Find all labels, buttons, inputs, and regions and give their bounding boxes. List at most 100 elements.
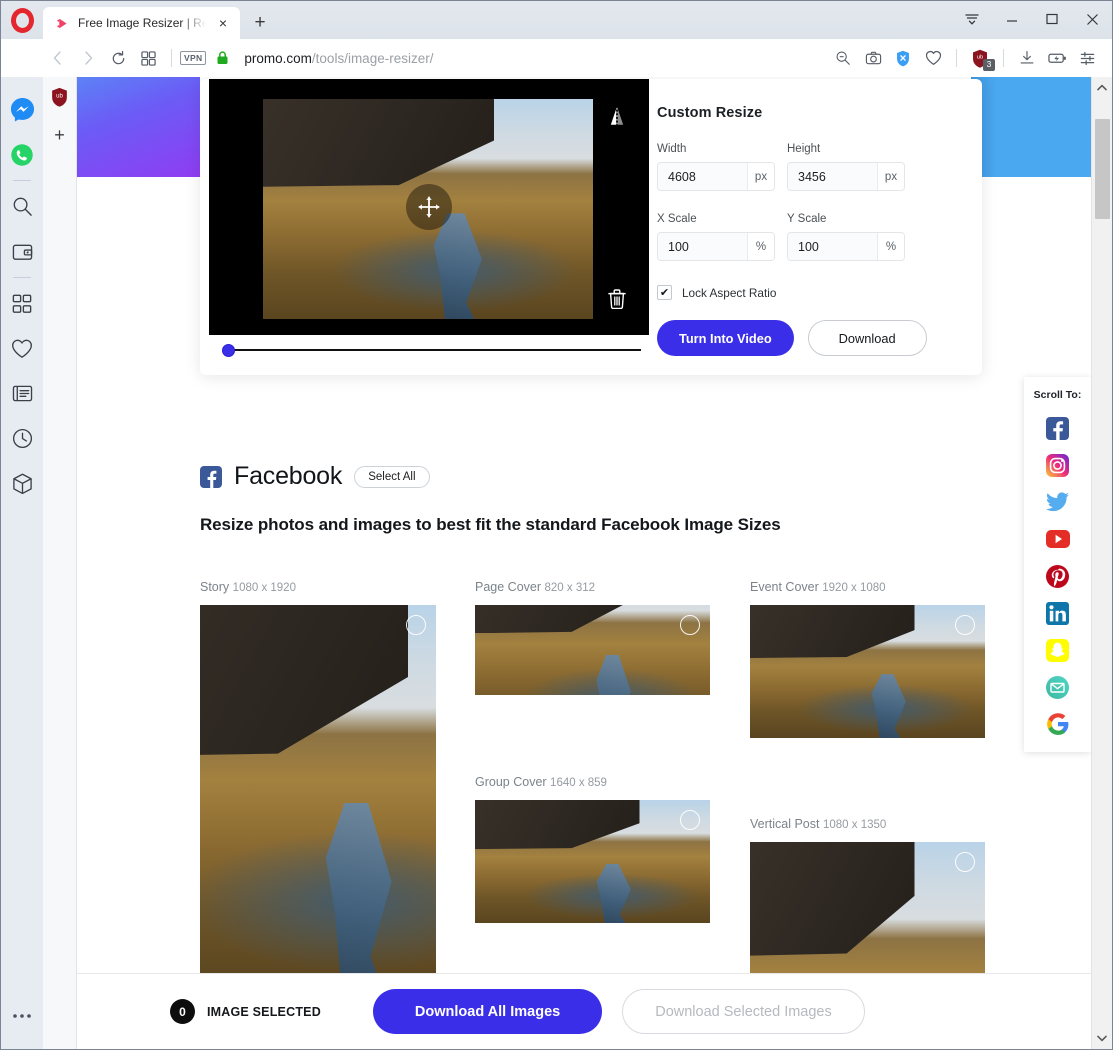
window-menu-icon[interactable] — [952, 1, 992, 37]
scroll-to-pinterest[interactable] — [1046, 564, 1070, 588]
download-button[interactable]: Download — [807, 320, 927, 356]
sidebar-item-history[interactable] — [1, 416, 43, 461]
trash-icon[interactable] — [593, 275, 641, 323]
scroll-to-email[interactable] — [1046, 675, 1070, 699]
page-scrollbar[interactable] — [1091, 77, 1112, 1049]
sidebar-more-button[interactable] — [1, 1013, 43, 1019]
sidebar-item-whatsapp[interactable] — [1, 132, 43, 177]
close-button[interactable] — [1072, 1, 1112, 37]
scroll-up-arrow[interactable] — [1092, 77, 1113, 98]
flip-icon[interactable] — [593, 93, 641, 141]
card-thumbnail-event-cover[interactable] — [750, 605, 985, 738]
scroll-to-facebook[interactable] — [1046, 416, 1070, 440]
card-name-group-cover: Group Cover — [475, 775, 547, 789]
minimize-button[interactable] — [992, 1, 1032, 37]
battery-icon[interactable] — [1042, 44, 1072, 72]
tab-overview-icon[interactable] — [133, 44, 163, 72]
scroll-to-twitter[interactable] — [1046, 490, 1070, 514]
scroll-to-instagram[interactable] — [1046, 453, 1070, 477]
sidebar-item-search[interactable] — [1, 184, 43, 229]
preview-stage[interactable] — [209, 79, 649, 335]
extension-sidebar: ub + — [43, 77, 77, 1049]
select-all-button[interactable]: Select All — [354, 465, 430, 488]
image-card-story[interactable]: Story 1080 x 1920 — [200, 580, 436, 985]
sidebar-item-speed-dial[interactable] — [1, 281, 43, 326]
download-all-images-button[interactable]: Download All Images — [372, 989, 603, 1034]
scroll-to-snapchat[interactable] — [1046, 638, 1070, 662]
card-select-circle-group-cover[interactable] — [680, 810, 700, 830]
sidebar-item-favorites[interactable] — [1, 326, 43, 371]
search-icon[interactable] — [828, 44, 858, 72]
shield-x-icon[interactable] — [888, 44, 918, 72]
scroll-down-arrow[interactable] — [1092, 1028, 1113, 1049]
scroll-to-linkedin[interactable] — [1046, 601, 1070, 625]
sidebar-item-workspaces[interactable] — [1, 461, 43, 506]
card-size-group-cover: 1640 x 859 — [550, 777, 607, 789]
turn-into-video-button[interactable]: Turn Into Video — [657, 320, 794, 356]
x-scale-input[interactable]: 100 % — [657, 232, 775, 261]
scrollbar-thumb[interactable] — [1094, 119, 1110, 219]
card-label-vertical-post: Vertical Post 1080 x 1350 — [750, 817, 985, 831]
back-button[interactable] — [43, 44, 73, 72]
new-tab-button[interactable]: + — [244, 7, 276, 39]
card-thumbnail-vertical-post[interactable] — [750, 842, 985, 985]
sidebar-divider-2 — [13, 277, 31, 278]
vpn-badge[interactable]: VPN — [180, 51, 207, 65]
heart-icon[interactable] — [918, 44, 948, 72]
browser-tab[interactable]: Free Image Resizer | Resize × — [43, 7, 240, 39]
download-icon[interactable] — [1012, 44, 1042, 72]
y-scale-unit: % — [877, 233, 904, 260]
maximize-button[interactable] — [1032, 1, 1072, 37]
card-select-circle-page-cover[interactable] — [680, 615, 700, 635]
section-header: Facebook Select All — [200, 462, 1000, 491]
heart-icon — [12, 339, 32, 358]
opera-logo-icon — [1, 1, 43, 39]
panel-title: Custom Resize — [657, 105, 763, 121]
bottom-action-bar: 0 IMAGE SELECTED Download All Images Dow… — [77, 973, 1091, 1049]
card-select-circle-vertical-post[interactable] — [955, 852, 975, 872]
tab-close-icon[interactable]: × — [214, 14, 232, 32]
scroll-to-rail: Scroll To: — [1024, 377, 1091, 752]
address-bar[interactable]: promo.com/tools/image-resizer/ — [229, 51, 828, 66]
card-select-circle-story[interactable] — [406, 615, 426, 635]
image-card-page-cover[interactable]: Page Cover 820 x 312 — [475, 580, 710, 695]
image-card-vertical-post[interactable]: Vertical Post 1080 x 1350 — [750, 817, 985, 985]
card-select-circle-event-cover[interactable] — [955, 615, 975, 635]
sidebar-item-wallet[interactable] — [1, 229, 43, 274]
ublock-extension-icon[interactable]: ub — [50, 87, 69, 107]
card-thumbnail-group-cover[interactable] — [475, 800, 710, 923]
ublock-icon[interactable]: ub 3 — [965, 44, 995, 72]
reload-button[interactable] — [103, 44, 133, 72]
lock-aspect-ratio-label: Lock Aspect Ratio — [682, 285, 777, 300]
sidebar-item-news[interactable] — [1, 371, 43, 416]
settings-sliders-icon[interactable] — [1072, 44, 1102, 72]
card-label-event-cover: Event Cover 1920 x 1080 — [750, 580, 985, 594]
image-card-group-cover[interactable]: Group Cover 1640 x 859 — [475, 775, 710, 923]
image-card-event-cover[interactable]: Event Cover 1920 x 1080 — [750, 580, 985, 738]
zoom-slider[interactable] — [209, 335, 649, 365]
size-fields-row: Width 4608 px Height 3456 px — [657, 143, 982, 191]
add-extension-button[interactable]: + — [54, 125, 65, 146]
download-selected-images-button[interactable]: Download Selected Images — [622, 989, 865, 1034]
scroll-to-youtube[interactable] — [1045, 527, 1070, 551]
card-thumbnail-page-cover[interactable] — [475, 605, 710, 695]
site-security-lock-icon[interactable] — [215, 51, 229, 65]
image-preview-area — [200, 79, 649, 375]
custom-resize-panel: Custom Resize Width 4608 px Height 3456 … — [640, 79, 982, 375]
width-input[interactable]: 4608 px — [657, 162, 775, 191]
url-host: promo.com — [244, 50, 312, 66]
lock-aspect-ratio-row[interactable]: ✔ Lock Aspect Ratio — [657, 285, 982, 300]
card-thumbnail-story[interactable] — [200, 605, 436, 985]
scroll-to-google[interactable] — [1046, 712, 1070, 736]
sidebar-item-messenger[interactable] — [1, 87, 43, 132]
height-field: Height 3456 px — [787, 143, 905, 191]
y-scale-input[interactable]: 100 % — [787, 232, 905, 261]
move-icon[interactable] — [406, 184, 452, 230]
height-input[interactable]: 3456 px — [787, 162, 905, 191]
card-size-event-cover: 1920 x 1080 — [822, 582, 886, 594]
slider-knob[interactable] — [222, 343, 235, 357]
camera-icon[interactable] — [858, 44, 888, 72]
toolbar-divider — [171, 49, 172, 67]
forward-button[interactable] — [73, 44, 103, 72]
lock-aspect-ratio-checkbox[interactable]: ✔ — [657, 285, 672, 300]
